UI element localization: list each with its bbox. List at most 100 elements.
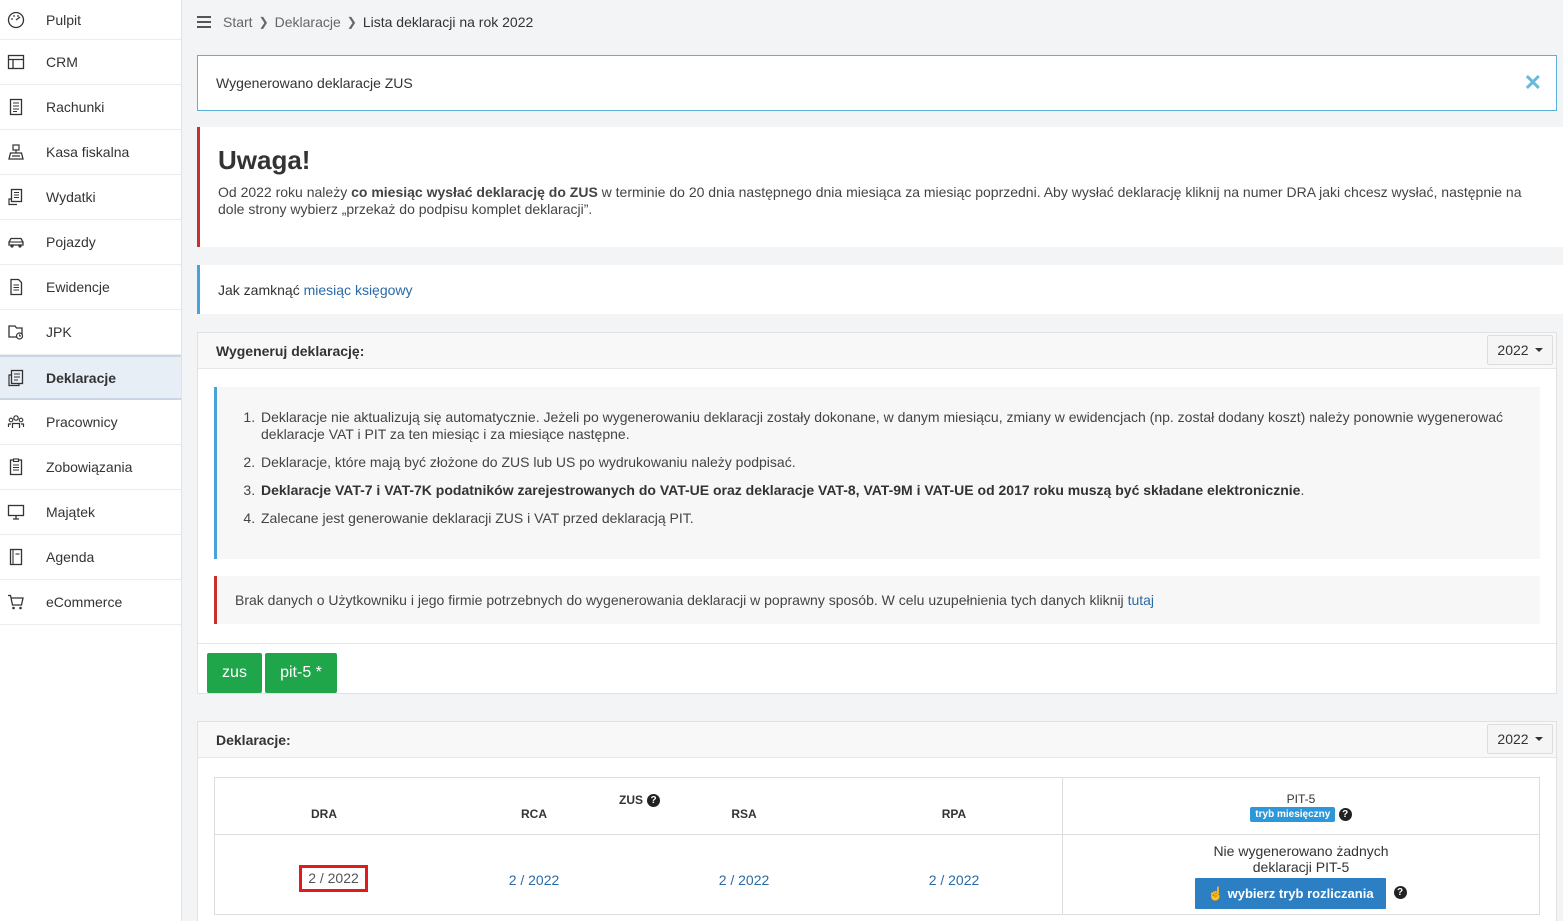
help-icon[interactable]: ? — [1393, 885, 1407, 899]
success-alert: Wygenerowano deklaracje ZUS ✕ — [197, 55, 1557, 111]
sidebar-item-label: Pojazdy — [46, 234, 96, 250]
column-header-rsa: RSA — [731, 807, 757, 821]
dashboard-icon — [0, 11, 46, 29]
liabilities-icon — [0, 458, 46, 476]
pit5-actions: ☝ wybierz tryb rozliczania ? — [1063, 875, 1539, 909]
generate-pit5-button[interactable]: pit-5 * — [265, 653, 337, 693]
main-content: Start ❯ Deklaracje ❯ Lista deklaracji na… — [183, 0, 1563, 921]
cart-icon — [0, 593, 46, 611]
table-icon — [0, 53, 46, 71]
note-item: Deklaracje, które mają być złożone do ZU… — [259, 454, 1520, 471]
pit5-values-cell: Nie wygenerowano żadnych deklaracji PIT-… — [1062, 834, 1540, 915]
dra-link[interactable]: 2 / 2022 — [299, 865, 368, 892]
zus-header-cell: ZUS? DRA RCA RSA RPA — [214, 777, 1063, 835]
panel-title: Deklaracje: — [216, 731, 291, 748]
sidebar-item-label: Kasa fiskalna — [46, 144, 130, 160]
year-value: 2022 — [1497, 731, 1529, 747]
notes-box: Deklaracje nie aktualizują się automatyc… — [214, 387, 1540, 559]
declarations-panel: Deklaracje: 2022 ZUS? DRA RCA RSA RPA PI… — [197, 721, 1557, 921]
year-dropdown[interactable]: 2022 — [1487, 335, 1553, 365]
sidebar: Pulpit CRM Rachunki Kasa fiskalna Wydatk… — [0, 0, 182, 921]
expense-icon — [0, 188, 46, 206]
warning-text-bold: co miesiąc wysłać deklarację do ZUS — [351, 184, 598, 200]
column-header-rpa: RPA — [941, 807, 967, 821]
car-icon — [0, 233, 46, 251]
missing-data-alert: Brak danych o Użytkowniku i jego firmie … — [214, 576, 1540, 624]
sidebar-item-ecommerce[interactable]: eCommerce — [0, 580, 181, 625]
receipt-icon — [0, 98, 46, 116]
zus-group-label: ZUS? — [619, 793, 660, 807]
note-item: Zalecane jest generowanie deklaracji ZUS… — [259, 510, 1520, 527]
sidebar-item-label: Majątek — [46, 504, 96, 520]
rca-link[interactable]: 2 / 2022 — [484, 872, 584, 888]
declarations-table: ZUS? DRA RCA RSA RPA PIT-5 tryb miesięcz… — [214, 777, 1540, 915]
sidebar-item-label: Deklaracje — [46, 369, 117, 386]
table-row: 2 / 2022 2 / 2022 2 / 2022 2 / 2022 Nie … — [214, 834, 1540, 915]
year-dropdown[interactable]: 2022 — [1487, 724, 1553, 754]
close-icon[interactable]: ✕ — [1524, 72, 1542, 94]
generate-buttons: zus pit-5 * — [207, 653, 337, 693]
ledger-icon — [0, 278, 46, 296]
sidebar-item-ewidencje[interactable]: Ewidencje — [0, 265, 181, 310]
breadcrumb-deklaracje[interactable]: Deklaracje — [275, 14, 341, 30]
info-box: Jak zamknąć miesiąc księgowy — [197, 265, 1563, 314]
pit5-header-cell: PIT-5 tryb miesięczny ? — [1062, 777, 1540, 835]
hamburger-menu-icon[interactable] — [197, 16, 211, 28]
sidebar-item-label: Wydatki — [46, 189, 96, 205]
info-text: Jak zamknąć — [218, 281, 300, 298]
table-header-row: ZUS? DRA RCA RSA RPA PIT-5 tryb miesięcz… — [214, 777, 1540, 835]
generate-zus-button[interactable]: zus — [207, 653, 262, 693]
accounting-month-link[interactable]: miesiąc księgowy — [304, 282, 413, 298]
note-item: Deklaracje nie aktualizują się automatyc… — [259, 409, 1520, 443]
panel-header: Deklaracje: 2022 — [198, 722, 1556, 758]
sidebar-item-deklaracje[interactable]: Deklaracje — [0, 355, 181, 400]
generate-declaration-panel: Wygeneruj deklarację: 2022 Deklaracje ni… — [197, 332, 1557, 694]
sidebar-item-pulpit[interactable]: Pulpit — [0, 0, 181, 40]
column-header-rca: RCA — [521, 807, 547, 821]
sidebar-item-pojazdy[interactable]: Pojazdy — [0, 220, 181, 265]
sidebar-item-crm[interactable]: CRM — [0, 40, 181, 85]
sidebar-item-agenda[interactable]: Agenda — [0, 535, 181, 580]
pit5-title: PIT-5 — [1286, 792, 1316, 806]
caret-down-icon — [1534, 348, 1543, 352]
agenda-icon — [0, 548, 46, 566]
sidebar-item-kasa-fiskalna[interactable]: Kasa fiskalna — [0, 130, 181, 175]
divider — [198, 643, 1556, 644]
sidebar-item-wydatki[interactable]: Wydatki — [0, 175, 181, 220]
panel-header: Wygeneruj deklarację: 2022 — [198, 333, 1556, 369]
rpa-link[interactable]: 2 / 2022 — [904, 872, 1004, 888]
note-item: Deklaracje VAT-7 i VAT-7K podatników zar… — [259, 482, 1520, 499]
help-icon[interactable]: ? — [647, 793, 660, 807]
declaration-icon — [0, 369, 46, 387]
breadcrumb: Start ❯ Deklaracje ❯ Lista deklaracji na… — [197, 12, 533, 32]
zus-values-cell: 2 / 2022 2 / 2022 2 / 2022 2 / 2022 — [214, 834, 1063, 915]
pit5-message-line: Nie wygenerowano żadnych — [1213, 843, 1389, 859]
complete-data-link[interactable]: tutaj — [1128, 592, 1154, 608]
sidebar-item-majatek[interactable]: Majątek — [0, 490, 181, 535]
sidebar-item-label: Zobowiązania — [46, 459, 133, 475]
year-value: 2022 — [1497, 342, 1529, 358]
choose-settlement-mode-button[interactable]: ☝ wybierz tryb rozliczania — [1195, 878, 1386, 909]
column-header-dra: DRA — [311, 807, 337, 821]
sidebar-item-label: eCommerce — [46, 594, 123, 610]
chevron-right-icon: ❯ — [346, 15, 357, 29]
sidebar-item-label: Agenda — [46, 549, 95, 565]
sidebar-item-pracownicy[interactable]: Pracownicy — [0, 400, 181, 445]
sidebar-item-rachunki[interactable]: Rachunki — [0, 85, 181, 130]
pit5-message-line: deklaracji PIT-5 — [1252, 859, 1350, 875]
note-suffix: . — [1300, 482, 1305, 498]
help-icon[interactable]: ? — [1338, 808, 1352, 821]
missing-data-text: Brak danych o Użytkowniku i jego firmie … — [235, 592, 1124, 608]
breadcrumb-start[interactable]: Start — [223, 14, 253, 30]
breadcrumb-current: Lista deklaracji na rok 2022 — [362, 14, 534, 30]
hand-pointer-icon: ☝ — [1207, 885, 1224, 901]
sidebar-item-label: Pulpit — [46, 11, 82, 28]
note-bold: Deklaracje VAT-7 i VAT-7K podatników zar… — [261, 482, 1301, 498]
sidebar-item-zobowiazania[interactable]: Zobowiązania — [0, 445, 181, 490]
monitor-icon — [0, 503, 46, 521]
rsa-link[interactable]: 2 / 2022 — [694, 872, 794, 888]
caret-down-icon — [1534, 737, 1543, 741]
sidebar-item-jpk[interactable]: JPK — [0, 310, 181, 355]
sidebar-item-label: Pracownicy — [46, 414, 118, 430]
warning-box: Uwaga! Od 2022 roku należy co miesiąc wy… — [197, 127, 1563, 247]
